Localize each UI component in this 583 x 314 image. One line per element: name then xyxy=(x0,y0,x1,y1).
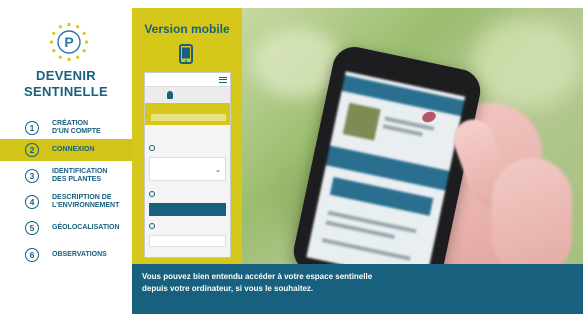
step-number: 1 xyxy=(25,121,39,135)
step-label: CONNEXION xyxy=(52,146,95,153)
hand-holding-phone-photo xyxy=(242,8,583,264)
smartphone-icon xyxy=(179,44,193,64)
step-label: CRÉATION D'UN COMPTE xyxy=(52,120,101,135)
step-label: IDENTIFICATION DES PLANTES xyxy=(52,168,108,183)
mobile-version-title: Version mobile xyxy=(144,22,230,36)
step-label: OBSERVATIONS xyxy=(52,251,107,258)
mock-header xyxy=(145,73,230,87)
brand-line-2: SENTINELLE xyxy=(24,84,108,99)
sidebar: P DEVENIR SENTINELLE 1 CRÉATION D'UN COM… xyxy=(0,0,132,314)
caption-bar: Vous pouvez bien entendu accéder à votre… xyxy=(132,264,583,314)
p-logo-icon: P xyxy=(49,22,89,62)
step-label: DESCRIPTION DE L'ENVIRONNEMENT xyxy=(52,194,120,209)
mobile-app-screenshot: ⌄ xyxy=(144,72,231,258)
step-description-environnement[interactable]: 4 DESCRIPTION DE L'ENVIRONNEMENT xyxy=(0,191,132,213)
mock-field xyxy=(149,235,226,247)
step-number: 4 xyxy=(25,195,39,209)
svg-text:P: P xyxy=(64,34,73,50)
step-number: 2 xyxy=(25,143,39,157)
chevron-down-icon: ⌄ xyxy=(215,167,221,174)
step-identification-plantes[interactable]: 3 IDENTIFICATION DES PLANTES xyxy=(0,165,132,187)
mobile-version-panel: Version mobile ⌄ xyxy=(132,8,242,264)
caption-line-1: Vous pouvez bien entendu accéder à votre… xyxy=(142,272,373,281)
mock-banner xyxy=(145,103,230,125)
mock-user-row xyxy=(145,87,230,103)
step-number: 5 xyxy=(25,221,39,235)
mock-select: ⌄ xyxy=(149,157,226,181)
mock-button xyxy=(149,203,226,216)
step-number: 6 xyxy=(25,248,39,262)
phone-screen xyxy=(306,71,466,264)
menu-icon xyxy=(219,77,227,83)
brand-title: DEVENIR SENTINELLE xyxy=(0,68,132,100)
step-number: 3 xyxy=(25,169,39,183)
step-observations[interactable]: 6 OBSERVATIONS xyxy=(0,245,132,265)
step-creation-compte[interactable]: 1 CRÉATION D'UN COMPTE xyxy=(0,117,132,139)
user-icon xyxy=(167,91,173,99)
step-label: GÉOLOCALISATION xyxy=(52,224,120,231)
step-connexion[interactable]: 2 CONNEXION xyxy=(0,139,132,161)
caption-line-2: depuis votre ordinateur, si vous le souh… xyxy=(142,284,314,293)
caption-text: Vous pouvez bien entendu accéder à votre… xyxy=(142,271,372,295)
step-geolocalisation[interactable]: 5 GÉOLOCALISATION xyxy=(0,218,132,238)
brand-line-1: DEVENIR xyxy=(36,68,96,83)
